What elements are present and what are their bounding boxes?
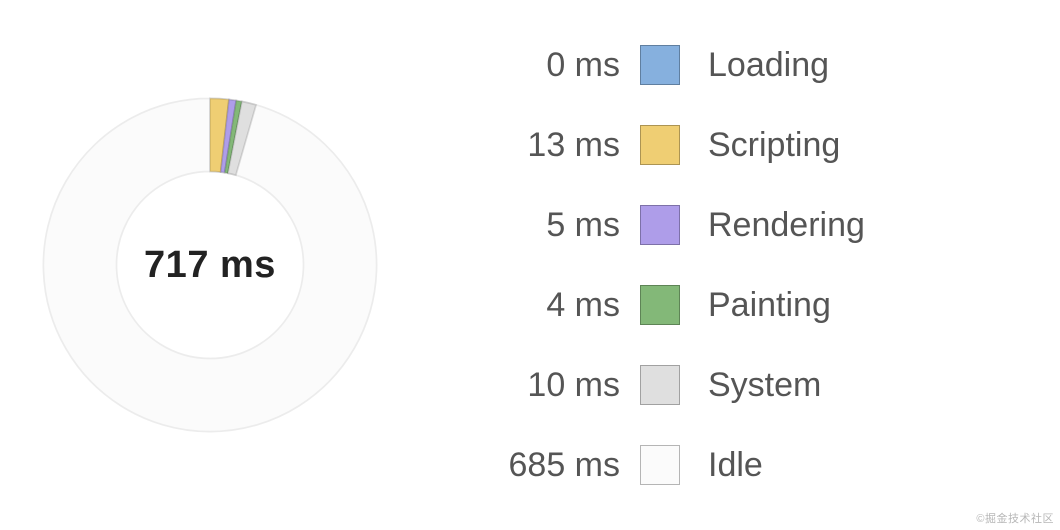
legend-swatch-idle	[640, 445, 680, 485]
legend-item-system: 10 ms System	[420, 365, 1030, 405]
legend-item-loading: 0 ms Loading	[420, 45, 1030, 85]
legend-item-scripting: 13 ms Scripting	[420, 125, 1030, 165]
legend-value: 10 ms	[420, 368, 640, 402]
legend-label: System	[708, 368, 821, 402]
legend-swatch-rendering	[640, 205, 680, 245]
legend-value: 13 ms	[420, 128, 640, 162]
legend-label: Idle	[708, 448, 763, 482]
legend-swatch-painting	[640, 285, 680, 325]
legend-label: Loading	[708, 48, 829, 82]
legend-swatch-system	[640, 365, 680, 405]
legend-swatch-scripting	[640, 125, 680, 165]
legend-value: 5 ms	[420, 208, 640, 242]
legend-label: Scripting	[708, 128, 840, 162]
legend-value: 4 ms	[420, 288, 640, 322]
legend-label: Rendering	[708, 208, 865, 242]
donut-chart-container: 717 ms	[0, 0, 420, 530]
legend-label: Painting	[708, 288, 831, 322]
performance-summary: 717 ms 0 ms Loading 13 ms Scripting 5 ms…	[0, 0, 1060, 530]
legend-value: 0 ms	[420, 48, 640, 82]
legend-swatch-loading	[640, 45, 680, 85]
legend-value: 685 ms	[420, 448, 640, 482]
donut-svg	[40, 95, 380, 435]
watermark: ©掘金技术社区	[976, 510, 1054, 526]
legend: 0 ms Loading 13 ms Scripting 5 ms Render…	[420, 45, 1060, 485]
legend-item-idle: 685 ms Idle	[420, 445, 1030, 485]
legend-item-painting: 4 ms Painting	[420, 285, 1030, 325]
legend-item-rendering: 5 ms Rendering	[420, 205, 1030, 245]
donut-chart: 717 ms	[40, 95, 380, 435]
